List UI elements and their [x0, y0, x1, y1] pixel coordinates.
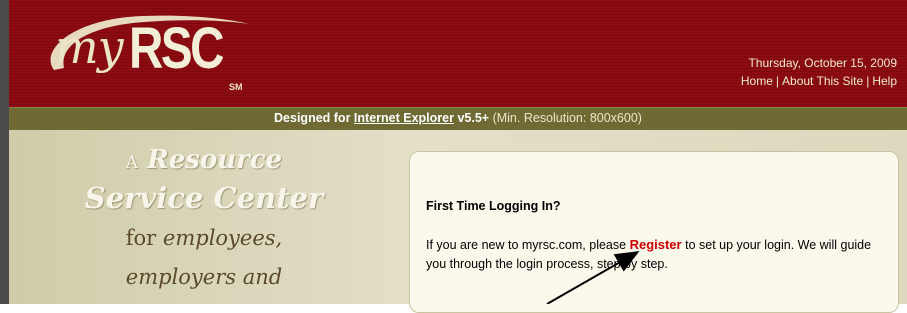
about-link[interactable]: About This Site	[782, 74, 863, 88]
window-left-edge	[0, 0, 9, 304]
panel-body: If you are new to myrsc.com, please Regi…	[426, 235, 886, 274]
panel-title: First Time Logging In?	[426, 199, 561, 213]
page: my RSC SM Thursday, October 15, 2009 Hom…	[0, 0, 907, 313]
logo-my[interactable]: my	[55, 22, 124, 72]
notice-prefix: Designed for	[274, 111, 351, 125]
browser-notice: Designed for Internet Explorer v5.5+ (Mi…	[9, 111, 907, 125]
tagline-for: for	[125, 226, 157, 250]
tagline-resource: Resource	[147, 145, 283, 175]
tagline-line1: A Resource	[39, 145, 369, 175]
logo-sm-mark: SM	[229, 82, 243, 92]
header-links: Home | About This Site | Help	[741, 74, 897, 88]
link-separator: |	[866, 74, 870, 88]
browser-notice-bar: Designed for Internet Explorer v5.5+ (Mi…	[9, 107, 907, 131]
tagline-employees: employees,	[162, 226, 283, 250]
internet-explorer-link[interactable]: Internet Explorer	[354, 111, 454, 125]
panel-body-before: If you are new to myrsc.com, please	[426, 238, 627, 252]
register-link[interactable]: Register	[630, 237, 682, 252]
tagline-line2: Service Center	[84, 181, 324, 215]
notice-version: v5.5+	[457, 111, 490, 125]
home-link[interactable]: Home	[741, 74, 773, 88]
header-date: Thursday, October 15, 2009	[748, 56, 897, 70]
logo-rsc[interactable]: RSC	[129, 20, 225, 78]
tagline-line3: for employees,	[39, 226, 369, 250]
site-header: my RSC SM Thursday, October 15, 2009 Hom…	[9, 0, 907, 107]
link-separator: |	[775, 74, 780, 88]
notice-resolution: (Min. Resolution: 800x600)	[492, 111, 642, 125]
tagline-a: A	[125, 153, 139, 173]
help-link[interactable]: Help	[872, 74, 897, 88]
tagline-line4: employers and	[125, 265, 283, 289]
first-time-panel: First Time Logging In? If you are new to…	[409, 151, 899, 313]
